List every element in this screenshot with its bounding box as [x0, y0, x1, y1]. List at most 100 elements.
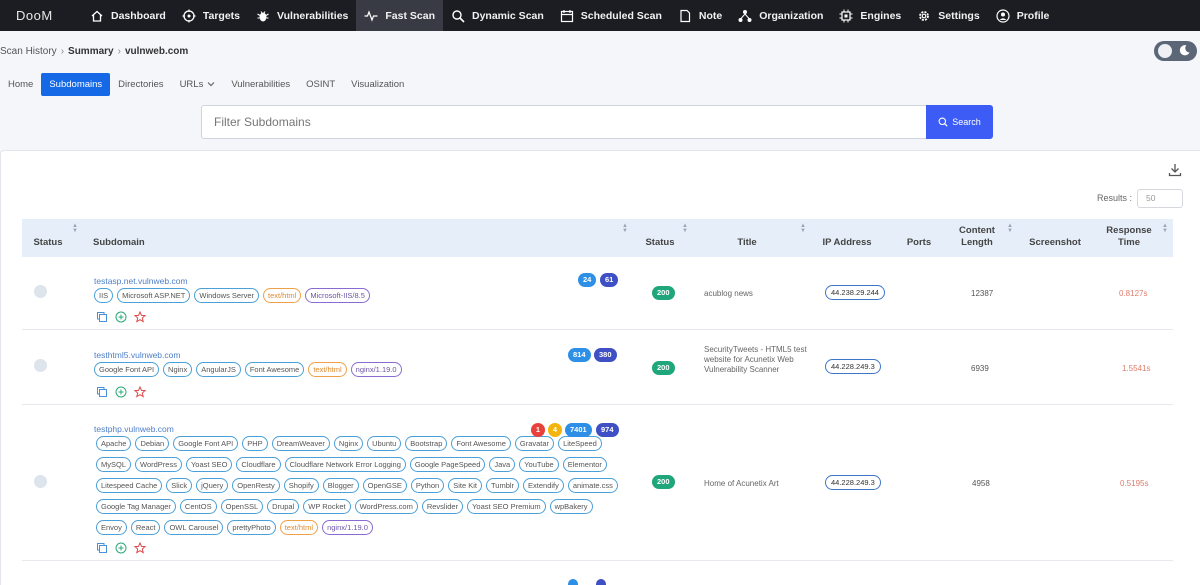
tech-tag[interactable]: jQuery — [196, 478, 229, 493]
tech-tag[interactable]: Python — [410, 478, 445, 493]
webserver-tag[interactable]: Microsoft-IIS/8.5 — [305, 288, 370, 303]
tab-vulnerabilities[interactable]: Vulnerabilities — [223, 73, 298, 96]
tech-tag[interactable]: Google Font API — [173, 436, 239, 451]
tech-tag[interactable]: Tumblr — [485, 478, 520, 493]
tech-tag[interactable]: DreamWeaver — [271, 436, 330, 451]
tech-tag[interactable]: Revslider — [421, 499, 464, 514]
tab-osint[interactable]: OSINT — [298, 73, 343, 96]
col-content-length[interactable]: Content Length — [952, 225, 1002, 249]
tech-tag[interactable]: Gravatar — [514, 436, 555, 451]
results-select[interactable]: 50 — [1137, 189, 1183, 208]
webserver-tag[interactable]: nginx/1.19.0 — [350, 362, 402, 377]
tech-tag[interactable]: Ubuntu — [367, 436, 402, 451]
tech-tag[interactable]: MySQL — [96, 457, 132, 472]
tech-tag[interactable]: Nginx — [163, 362, 193, 377]
nav-targets[interactable]: Targets — [174, 0, 248, 31]
tech-tag[interactable]: AngularJS — [196, 362, 241, 377]
count-badge[interactable] — [596, 579, 606, 585]
breadcrumb-scan-history[interactable]: Scan History — [0, 46, 57, 57]
add-circle-icon[interactable] — [115, 311, 127, 323]
nav-engines[interactable]: Engines — [831, 0, 909, 31]
tech-tag[interactable]: Slick — [166, 478, 193, 493]
copy-icon[interactable] — [96, 542, 108, 554]
content-type-tag[interactable]: text/html — [279, 520, 319, 535]
tech-tag[interactable]: animate.css — [567, 478, 618, 493]
count-badge[interactable]: 7401 — [565, 423, 592, 437]
breadcrumb-summary[interactable]: Summary — [68, 46, 114, 57]
count-badge[interactable]: 24 — [578, 273, 597, 287]
ip-address-badge[interactable]: 44.238.29.244 — [825, 285, 885, 300]
tech-tag[interactable]: PHP — [242, 436, 268, 451]
tech-tag[interactable]: Blogger — [322, 478, 359, 493]
subdomain-link[interactable]: testphp.vulnweb.com — [94, 424, 174, 434]
tech-tag[interactable]: Nginx — [333, 436, 364, 451]
tech-tag[interactable]: CentOS — [179, 499, 217, 514]
tech-tag[interactable]: Font Awesome — [451, 436, 511, 451]
tech-tag[interactable]: Debian — [135, 436, 170, 451]
tab-directories[interactable]: Directories — [110, 73, 171, 96]
nav-dashboard[interactable]: Dashboard — [82, 0, 174, 31]
count-badge[interactable]: 814 — [568, 348, 591, 362]
add-circle-icon[interactable] — [115, 386, 127, 398]
webserver-tag[interactable]: nginx/1.19.0 — [322, 520, 373, 535]
nav-fast-scan[interactable]: Fast Scan — [356, 0, 443, 31]
nav-settings[interactable]: Settings — [909, 0, 987, 31]
tech-tag[interactable]: OpenGSE — [362, 478, 407, 493]
col-ports[interactable]: Ports — [902, 237, 936, 249]
tech-tag[interactable]: Java — [489, 457, 516, 472]
tech-tag[interactable]: Site Kit — [448, 478, 482, 493]
tech-tag[interactable]: Cloudflare — [236, 457, 281, 472]
nav-dynamic-scan[interactable]: Dynamic Scan — [443, 0, 552, 31]
tech-tag[interactable]: prettyPhoto — [227, 520, 276, 535]
tech-tag[interactable]: Elementor — [562, 457, 607, 472]
nav-vulnerabilities[interactable]: Vulnerabilities — [248, 0, 356, 31]
tech-tag[interactable]: Yoast SEO — [185, 457, 233, 472]
tech-tag[interactable]: Google Tag Manager — [96, 499, 176, 514]
col-title[interactable]: Title — [722, 237, 772, 249]
content-type-tag[interactable]: text/html — [263, 288, 302, 303]
tech-tag[interactable]: Drupal — [267, 499, 300, 514]
tech-tag[interactable]: Extendify — [523, 478, 564, 493]
col-status[interactable]: Status — [27, 237, 69, 249]
nav-organization[interactable]: Organization — [730, 0, 831, 31]
search-button[interactable]: Search — [926, 105, 993, 139]
tech-tag[interactable]: LiteSpeed — [558, 436, 602, 451]
nav-profile[interactable]: Profile — [988, 0, 1058, 31]
col-screenshot[interactable]: Screenshot — [1025, 237, 1085, 249]
col-http-status[interactable]: Status — [640, 237, 680, 249]
tech-tag[interactable]: WP Rocket — [303, 499, 351, 514]
tech-tag[interactable]: Google PageSpeed — [409, 457, 486, 472]
tech-tag[interactable]: WordPress — [135, 457, 182, 472]
count-badge[interactable]: 1 — [531, 423, 545, 437]
subdomain-link[interactable]: testasp.net.vulnweb.com — [94, 276, 188, 286]
tab-subdomains[interactable]: Subdomains — [41, 73, 111, 96]
tech-tag[interactable]: OpenResty — [232, 478, 280, 493]
tech-tag[interactable]: Envoy — [96, 520, 127, 535]
col-ip-address[interactable]: IP Address — [817, 237, 877, 249]
tech-tag[interactable]: Litespeed Cache — [96, 478, 163, 493]
add-circle-icon[interactable] — [115, 542, 127, 554]
count-badge[interactable]: 4 — [548, 423, 562, 437]
tab-urls[interactable]: URLs — [172, 73, 224, 96]
col-response-time[interactable]: Response Time — [1104, 225, 1154, 249]
theme-toggle[interactable] — [1154, 41, 1197, 61]
star-icon[interactable] — [134, 311, 146, 323]
tech-tag[interactable]: Shopify — [283, 478, 319, 493]
filter-subdomains-input[interactable]: Filter Subdomains — [201, 105, 927, 139]
ip-address-badge[interactable]: 44.228.249.3 — [825, 475, 881, 490]
count-badge[interactable]: 974 — [596, 423, 619, 437]
content-type-tag[interactable]: text/html — [308, 362, 347, 377]
tech-tag[interactable]: React — [130, 520, 161, 535]
tech-tag[interactable]: Bootstrap — [405, 436, 448, 451]
star-icon[interactable] — [134, 386, 146, 398]
tech-tag[interactable]: Apache — [96, 436, 132, 451]
tab-visualization[interactable]: Visualization — [343, 73, 412, 96]
count-badge[interactable]: 380 — [594, 348, 617, 362]
download-icon[interactable] — [1168, 163, 1182, 177]
tech-tag[interactable]: WordPress.com — [354, 499, 418, 514]
tech-tag[interactable]: Google Font API — [94, 362, 160, 377]
tech-tag[interactable]: YouTube — [519, 457, 559, 472]
ip-address-badge[interactable]: 44.228.249.3 — [825, 359, 881, 374]
brand-logo[interactable]: DooM — [0, 8, 82, 23]
copy-icon[interactable] — [96, 386, 108, 398]
